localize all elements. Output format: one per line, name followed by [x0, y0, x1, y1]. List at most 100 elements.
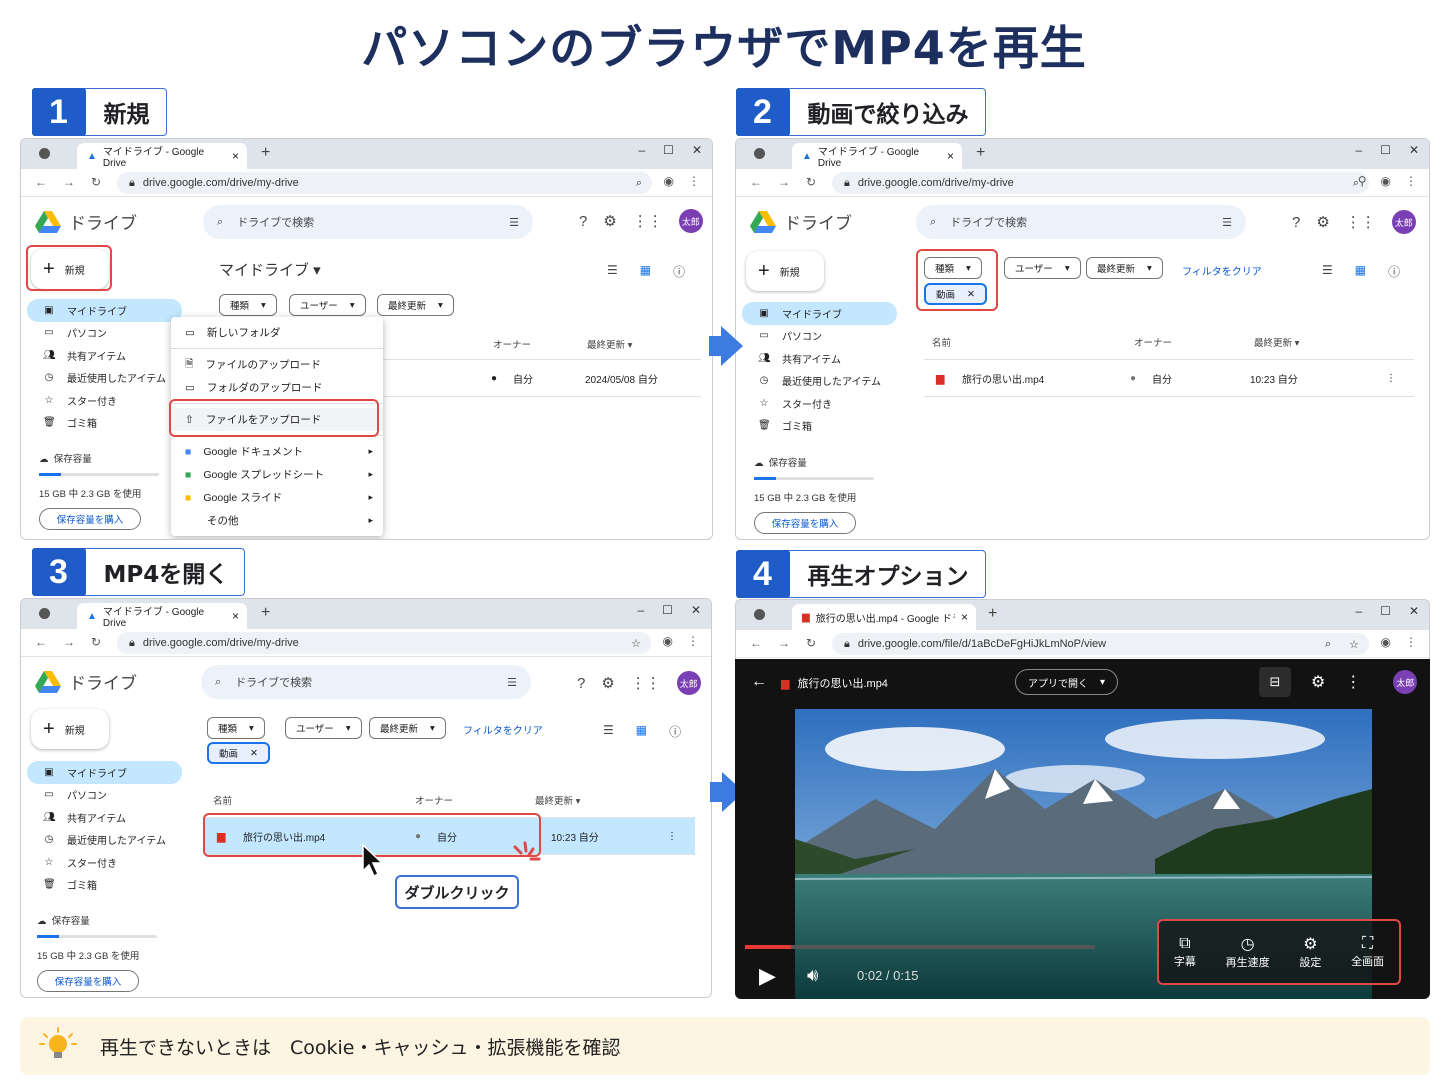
sidebar-item-computers[interactable]: ▭ パソコン: [742, 325, 897, 348]
address-bar[interactable]: 🔒︎ drive.google.com/drive/my-drive ⌕: [832, 172, 1369, 194]
buy-storage-button[interactable]: 保存容量を購入: [754, 512, 856, 534]
close-tab-icon[interactable]: ×: [232, 609, 239, 623]
sidebar-item-recent[interactable]: ◷ 最近使用したアイテム: [27, 829, 182, 852]
modified-column-header[interactable]: 最終更新 ▾: [587, 337, 632, 351]
menu-item-folder-upload[interactable]: ▭ フォルダのアップロード: [171, 376, 383, 399]
browser-tab[interactable]: ▲ マイドライブ - Google Drive ×: [77, 143, 247, 169]
filter-options-icon[interactable]: ☰: [509, 216, 519, 229]
user-filter-chip[interactable]: ユーザー ▾: [289, 294, 366, 316]
sidebar-item-my-drive[interactable]: ▣ マイドライブ: [742, 302, 897, 325]
back-arrow-icon[interactable]: ←: [751, 673, 767, 691]
grid-view-icon[interactable]: ▦: [1355, 263, 1366, 280]
owner-column-header[interactable]: オーナー: [1134, 335, 1172, 349]
sidebar-item-recent[interactable]: ◷ 最近使用したアイテム: [27, 367, 182, 390]
address-bar[interactable]: 🔒︎ drive.google.com/drive/my-drive ☆: [117, 632, 651, 654]
menu-item-file-upload[interactable]: 🗎︎ ファイルのアップロード: [171, 353, 383, 376]
account-icon[interactable]: ◉: [1381, 635, 1391, 649]
close-tab-icon[interactable]: ×: [947, 149, 954, 163]
back-icon[interactable]: ←: [750, 175, 762, 189]
playback-speed-button[interactable]: ◷ 再生速度: [1226, 934, 1270, 970]
sidebar-item-shared[interactable]: 👥︎ 共有アイテム: [742, 347, 897, 370]
browser-tab[interactable]: ▆旅行の思い出.mp4 - Google ドライブ×: [792, 604, 976, 630]
address-bar[interactable]: 🔒︎ drive.google.com/drive/my-drive ⌕: [117, 172, 652, 194]
sidebar-item-computers[interactable]: ▭ パソコン: [27, 784, 182, 807]
play-icon[interactable]: ▶: [759, 963, 776, 989]
account-icon[interactable]: ◉: [1381, 174, 1391, 188]
row-more-icon[interactable]: ⋮: [667, 831, 677, 842]
user-filter-chip[interactable]: ユーザー ▾: [1004, 257, 1081, 279]
back-icon[interactable]: ←: [35, 175, 47, 189]
sidebar-item-recent[interactable]: ◷ 最近使用したアイテム: [742, 370, 897, 393]
search-input[interactable]: ⌕ ドライブで検索 ☰: [201, 665, 531, 699]
subtitles-button[interactable]: ⧉ 字幕: [1174, 935, 1196, 969]
table-row[interactable]: ▆ 旅行の思い出.mp4 ● 自分 10:23 自分 ⋮: [924, 359, 1414, 397]
minimize-icon[interactable]: –: [1355, 604, 1362, 618]
caption-panel-icon[interactable]: ⊟: [1259, 667, 1291, 697]
profile-icon[interactable]: [39, 608, 50, 619]
fullscreen-button[interactable]: ⛶ 全画面: [1351, 935, 1384, 969]
menu-item-sheets[interactable]: ■ Google スプレッドシート ▸: [171, 463, 383, 486]
new-button[interactable]: + 新規: [31, 709, 109, 749]
forward-icon[interactable]: →: [778, 175, 790, 189]
name-column-header[interactable]: 名前: [213, 793, 232, 807]
menu-item-other[interactable]: その他 ▸: [171, 509, 383, 532]
minimize-icon[interactable]: –: [637, 603, 644, 617]
modified-filter-chip[interactable]: 最終更新 ▾: [1086, 257, 1163, 279]
minimize-icon[interactable]: –: [1355, 143, 1362, 157]
apps-icon[interactable]: ⋮⋮: [633, 212, 663, 230]
user-filter-chip[interactable]: ユーザー ▾: [285, 717, 362, 739]
forward-icon[interactable]: →: [63, 635, 75, 649]
settings-icon[interactable]: ⚙: [603, 212, 616, 230]
table-row[interactable]: ● 自分 2024/05/08 自分: [381, 359, 701, 397]
owner-column-header[interactable]: オーナー: [493, 337, 531, 351]
clear-filter-link[interactable]: フィルタをクリア: [463, 722, 543, 737]
maximize-icon[interactable]: ☐: [1380, 604, 1391, 618]
browser-tab[interactable]: ▲ マイドライブ - Google Drive ×: [77, 603, 247, 629]
sidebar-item-shared[interactable]: 👥︎ 共有アイテム: [27, 806, 182, 829]
list-view-icon[interactable]: ☰: [603, 723, 614, 740]
profile-icon[interactable]: [39, 148, 50, 159]
name-column-header[interactable]: 名前: [932, 335, 951, 349]
drive-logo[interactable]: ドライブ: [35, 209, 137, 234]
open-with-button[interactable]: アプリで開く ▾: [1015, 669, 1119, 695]
row-more-icon[interactable]: ⋮: [1386, 373, 1396, 384]
buy-storage-button[interactable]: 保存容量を購入: [37, 970, 139, 992]
sidebar-item-my-drive[interactable]: ▣ マイドライブ: [27, 761, 182, 784]
kebab-menu-icon[interactable]: ⋮: [1405, 174, 1417, 188]
settings-button[interactable]: ⚙ 設定: [1299, 934, 1321, 970]
clear-filter-link[interactable]: フィルタをクリア: [1182, 263, 1262, 278]
close-window-icon[interactable]: ✕: [692, 143, 702, 157]
back-icon[interactable]: ←: [750, 636, 762, 650]
browser-tab[interactable]: ▲ マイドライブ - Google Drive ×: [792, 143, 962, 169]
extension-icon[interactable]: ⚲: [1358, 174, 1367, 188]
account-icon[interactable]: ◉: [663, 634, 673, 648]
modified-column-header[interactable]: 最終更新 ▾: [535, 793, 580, 807]
reload-icon[interactable]: ↻: [806, 636, 816, 650]
owner-column-header[interactable]: オーナー: [415, 793, 453, 807]
new-tab-button[interactable]: +: [988, 605, 997, 623]
menu-item-docs[interactable]: ■ Google ドキュメント ▸: [171, 440, 383, 463]
sidebar-item-my-drive[interactable]: ▣ マイドライブ: [27, 299, 182, 322]
new-button[interactable]: + 新規: [746, 251, 824, 291]
new-tab-button[interactable]: +: [976, 144, 985, 162]
progress-track[interactable]: [745, 945, 1095, 949]
sidebar-item-shared[interactable]: 👥︎ 共有アイテム: [27, 344, 182, 367]
close-window-icon[interactable]: ✕: [691, 603, 701, 617]
close-window-icon[interactable]: ✕: [1409, 604, 1419, 618]
address-bar[interactable]: 🔒︎ drive.google.com/file/d/1aBcDeFgHiJkLm…: [832, 633, 1369, 655]
sidebar-item-starred[interactable]: ☆ スター付き: [742, 392, 897, 415]
maximize-icon[interactable]: ☐: [1380, 143, 1391, 157]
filter-options-icon[interactable]: ☰: [1222, 216, 1232, 229]
close-window-icon[interactable]: ✕: [1409, 143, 1419, 157]
new-tab-button[interactable]: +: [261, 144, 270, 162]
my-drive-title[interactable]: マイドライブ ▾: [219, 259, 321, 280]
modified-filter-chip[interactable]: 最終更新 ▾: [369, 717, 446, 739]
reload-icon[interactable]: ↻: [806, 175, 816, 189]
modified-column-header[interactable]: 最終更新 ▾: [1254, 335, 1299, 349]
kebab-menu-icon[interactable]: ⋮: [687, 634, 699, 648]
sidebar-item-trash[interactable]: 🗑︎ ゴミ箱: [27, 412, 182, 435]
avatar[interactable]: 太郎: [676, 671, 701, 695]
settings-icon[interactable]: ⚙: [1311, 672, 1325, 692]
sidebar-item-starred[interactable]: ☆ スター付き: [27, 389, 182, 412]
avatar[interactable]: 太郎: [1391, 210, 1416, 234]
